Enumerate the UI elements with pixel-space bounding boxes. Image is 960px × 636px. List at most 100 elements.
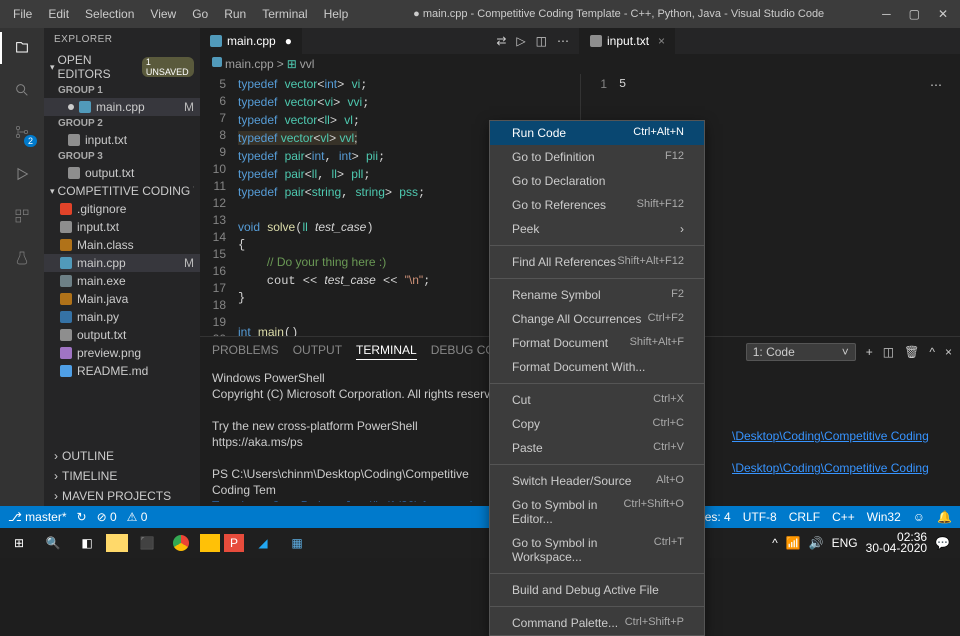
clock[interactable]: 02:3630-04-2020 [866, 532, 927, 554]
ctx-switch-header-source[interactable]: Switch Header/SourceAlt+O [490, 469, 704, 493]
code-content[interactable]: typedef vector<int> vi; typedef vector<v… [238, 76, 476, 336]
ctx-go-to-definition[interactable]: Go to DefinitionF12 [490, 145, 704, 169]
project-section[interactable]: ▾COMPETITIVE CODING TEMPLATE - C+... [44, 182, 200, 200]
split-terminal-icon[interactable]: ◫ [883, 345, 894, 359]
close-panel-icon[interactable]: × [945, 345, 952, 359]
split-icon[interactable]: ◫ [536, 34, 547, 48]
start-button[interactable]: ⊞ [4, 530, 34, 556]
maximize-icon[interactable]: ▢ [909, 7, 920, 21]
ctx-go-to-symbol-in-workspace-[interactable]: Go to Symbol in Workspace...Ctrl+T [490, 531, 704, 569]
ctx-build-and-debug-active-file[interactable]: Build and Debug Active File [490, 578, 704, 602]
test-icon[interactable] [10, 246, 34, 270]
explorer-app-icon[interactable] [106, 534, 128, 552]
warnings-indicator[interactable]: ⚠ 0 [127, 510, 148, 524]
file-Main-java[interactable]: Main.java [44, 290, 200, 308]
ctx-go-to-symbol-in-editor-[interactable]: Go to Symbol in Editor...Ctrl+Shift+O [490, 493, 704, 531]
maven-section[interactable]: ›MAVEN PROJECTS [44, 486, 200, 506]
ctx-go-to-references[interactable]: Go to ReferencesShift+F12 [490, 193, 704, 217]
panel-tab-problems[interactable]: PROBLEMS [212, 343, 279, 360]
panel-tab-terminal[interactable]: TERMINAL [356, 343, 417, 360]
file-output-txt[interactable]: output.txt [44, 326, 200, 344]
ctx-change-all-occurrences[interactable]: Change All OccurrencesCtrl+F2 [490, 307, 704, 331]
explorer-icon[interactable] [10, 36, 34, 60]
menu-help[interactable]: Help [317, 4, 356, 24]
branch-indicator[interactable]: ⎇ master* [8, 510, 67, 524]
chrome-app-icon[interactable] [166, 530, 196, 556]
menu-file[interactable]: File [6, 4, 39, 24]
win32-indicator[interactable]: Win32 [867, 510, 901, 524]
ctx-find-all-references[interactable]: Find All ReferencesShift+Alt+F12 [490, 250, 704, 274]
file--gitignore[interactable]: .gitignore [44, 200, 200, 218]
ctx-format-document-with-[interactable]: Format Document With... [490, 355, 704, 379]
menu-terminal[interactable]: Terminal [255, 4, 314, 24]
file-Main-class[interactable]: Main.class [44, 236, 200, 254]
menu-go[interactable]: Go [185, 4, 215, 24]
sync-icon[interactable]: ↻ [77, 510, 87, 524]
ctx-format-document[interactable]: Format DocumentShift+Alt+F [490, 331, 704, 355]
ctx-go-to-declaration[interactable]: Go to Declaration [490, 169, 704, 193]
language-indicator[interactable]: ENG [832, 536, 858, 550]
task-view-icon[interactable]: ◧ [72, 530, 102, 556]
open-editor-main-cpp[interactable]: main.cppM [44, 98, 200, 116]
file-preview-png[interactable]: preview.png [44, 344, 200, 362]
language-indicator[interactable]: C++ [832, 510, 855, 524]
tab-main-cpp[interactable]: main.cpp● [200, 28, 303, 54]
open-editor-output-txt[interactable]: output.txt [44, 164, 200, 182]
menu-selection[interactable]: Selection [78, 4, 141, 24]
minimize-icon[interactable]: ─ [882, 7, 891, 21]
source-control-icon[interactable]: 2 [10, 120, 34, 144]
terminal-selector[interactable]: 1: Code ˅ [746, 343, 856, 361]
code-content[interactable]: 5 [619, 76, 626, 93]
ctx-peek[interactable]: Peek› [490, 217, 704, 241]
wifi-icon[interactable]: 📶 [786, 536, 801, 550]
file-icon [60, 221, 72, 233]
bell-icon[interactable]: 🔔 [937, 510, 952, 524]
close-icon[interactable]: ✕ [938, 7, 948, 21]
extensions-icon[interactable] [10, 204, 34, 228]
run-icon[interactable]: ▷ [516, 34, 525, 48]
file-main-cpp[interactable]: main.cppM [44, 254, 200, 272]
timeline-section[interactable]: ›TIMELINE [44, 466, 200, 486]
app-icon[interactable] [200, 534, 220, 552]
ctx-rename-symbol[interactable]: Rename SymbolF2 [490, 283, 704, 307]
run-debug-icon[interactable] [10, 162, 34, 186]
menu-edit[interactable]: Edit [41, 4, 76, 24]
trash-icon[interactable]: 🗑 [904, 345, 919, 359]
close-tab-icon[interactable]: × [658, 34, 665, 48]
ctx-run-code[interactable]: Run CodeCtrl+Alt+N [490, 121, 704, 145]
encoding-indicator[interactable]: UTF-8 [743, 510, 777, 524]
store-app-icon[interactable]: ⬛ [132, 530, 162, 556]
ctx-cut[interactable]: CutCtrl+X [490, 388, 704, 412]
vscode-app-icon[interactable]: ◢ [248, 530, 278, 556]
tab-input-txt[interactable]: input.txt× [580, 28, 676, 54]
new-terminal-icon[interactable]: + [866, 345, 873, 359]
open-editors-section[interactable]: ▾OPEN EDITORS1 UNSAVED [44, 51, 200, 83]
file-README-md[interactable]: README.md [44, 362, 200, 380]
file-main-exe[interactable]: main.exe [44, 272, 200, 290]
search-icon[interactable] [10, 78, 34, 102]
maximize-panel-icon[interactable]: ^ [929, 345, 935, 359]
menu-view[interactable]: View [143, 4, 183, 24]
ctx-copy[interactable]: CopyCtrl+C [490, 412, 704, 436]
volume-icon[interactable]: 🔊 [809, 536, 824, 550]
tray-chevron-icon[interactable]: ^ [772, 536, 778, 550]
app-icon[interactable]: P [224, 534, 244, 552]
app-icon[interactable]: ▦ [282, 530, 312, 556]
outline-section[interactable]: ›OUTLINE [44, 446, 200, 466]
compare-icon[interactable]: ⇄ [496, 34, 506, 48]
eol-indicator[interactable]: CRLF [789, 510, 820, 524]
file-input-txt[interactable]: input.txt [44, 218, 200, 236]
open-editor-input-txt[interactable]: input.txt [44, 131, 200, 149]
feedback-icon[interactable]: ☺ [913, 510, 925, 524]
panel-tab-output[interactable]: OUTPUT [293, 343, 342, 360]
ctx-paste[interactable]: PasteCtrl+V [490, 436, 704, 460]
file-main-py[interactable]: main.py [44, 308, 200, 326]
more-icon[interactable]: ⋯ [930, 78, 942, 92]
menu-run[interactable]: Run [217, 4, 253, 24]
errors-indicator[interactable]: ⊘ 0 [97, 510, 117, 524]
breadcrumb[interactable]: main.cpp> ⊞vvl [200, 54, 580, 74]
notifications-icon[interactable]: 💬 [935, 536, 950, 550]
ctx-command-palette-[interactable]: Command Palette...Ctrl+Shift+P [490, 611, 704, 635]
more-icon[interactable]: ⋯ [557, 34, 569, 48]
search-icon[interactable]: 🔍 [38, 530, 68, 556]
